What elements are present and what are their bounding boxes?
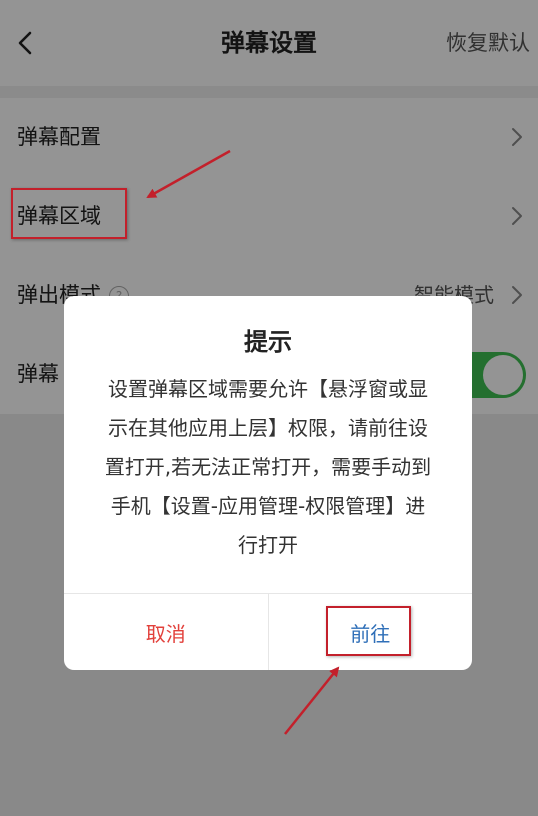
annotation-arrows <box>146 149 340 735</box>
annotation-arrow <box>284 666 340 735</box>
annotation-arrow <box>146 149 231 199</box>
